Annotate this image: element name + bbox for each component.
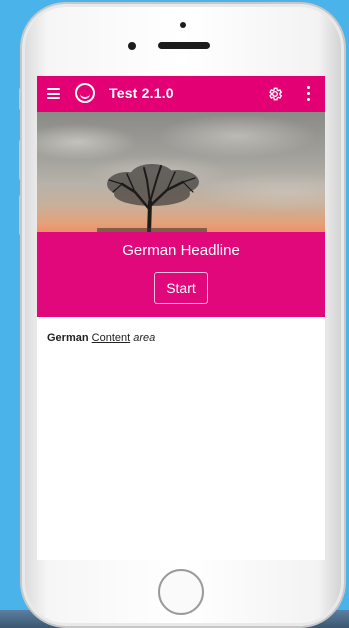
app-logo-icon	[75, 83, 95, 103]
content-area: German Content area	[47, 332, 155, 344]
hero-headline: German Headline	[122, 242, 240, 259]
tree-silhouette	[97, 164, 207, 234]
start-button[interactable]: Start	[154, 272, 208, 304]
phone-screen: Test 2.1.0 German Headline Start German …	[37, 76, 325, 560]
content-italic-text: area	[133, 332, 156, 344]
earpiece-speaker	[158, 42, 210, 49]
app-title: Test 2.1.0	[109, 85, 174, 101]
hamburger-menu-icon[interactable]	[47, 88, 60, 99]
proximity-sensor	[180, 22, 186, 28]
hero-banner: German Headline Start	[37, 112, 325, 317]
content-bold-text: German	[47, 332, 89, 344]
gear-icon[interactable]	[267, 86, 283, 102]
app-toolbar: Test 2.1.0	[37, 76, 325, 112]
content-underlined-text: Content	[91, 332, 131, 344]
home-button[interactable]	[158, 569, 204, 615]
more-vertical-icon[interactable]	[307, 86, 311, 102]
front-camera	[128, 42, 136, 50]
